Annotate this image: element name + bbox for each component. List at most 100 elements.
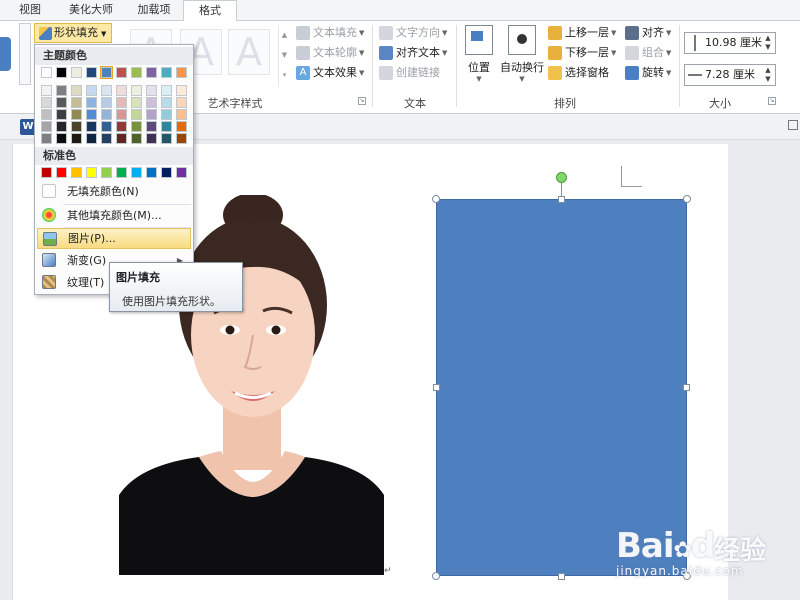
color-swatch[interactable] [56,121,67,132]
color-swatch[interactable] [161,85,172,96]
color-swatch[interactable] [71,133,82,144]
color-swatch[interactable] [146,85,157,96]
color-swatch[interactable] [131,133,142,144]
color-swatch[interactable] [176,121,187,132]
color-swatch[interactable] [131,167,142,178]
color-swatch[interactable] [161,133,172,144]
color-swatch[interactable] [41,67,52,78]
color-swatch[interactable] [176,97,187,108]
color-swatch[interactable] [71,121,82,132]
bring-forward-button[interactable]: 上移一层 ▼ [548,24,616,42]
selection-pane-button[interactable]: 选择窗格 [548,64,609,82]
shape-style-preview[interactable] [0,37,11,71]
tab-view[interactable]: 视图 [8,0,52,21]
color-swatch[interactable] [116,109,127,120]
color-swatch[interactable] [101,85,112,96]
color-swatch[interactable] [101,109,112,120]
color-swatch[interactable] [56,133,67,144]
tab-beautify-master[interactable]: 美化大师 [60,0,122,21]
color-swatch[interactable] [131,67,142,78]
color-swatch[interactable] [146,121,157,132]
text-direction-button[interactable]: 文字方向 ▼ [379,24,447,42]
resize-handle-bottom-left[interactable] [432,572,440,580]
resize-handle-top[interactable] [558,196,565,203]
color-swatch[interactable] [71,109,82,120]
color-swatch[interactable] [116,67,127,78]
send-backward-button[interactable]: 下移一层 ▼ [548,44,616,62]
color-swatch[interactable] [131,85,142,96]
color-swatch[interactable] [161,121,172,132]
create-link-button[interactable]: 创建链接 [379,64,440,82]
color-swatch[interactable] [146,67,157,78]
shape-width-input[interactable]: 7.28 厘米 ▲ ▼ [684,64,776,86]
color-swatch[interactable] [101,121,112,132]
color-swatch[interactable] [101,133,112,144]
resize-handle-left[interactable] [433,384,440,391]
align-button[interactable]: 对齐 ▼ [625,24,671,42]
position-button[interactable]: 位置 ▼ [462,25,496,83]
color-swatch[interactable] [131,109,142,120]
color-swatch[interactable] [176,167,187,178]
color-swatch[interactable] [86,167,97,178]
color-swatch[interactable] [101,167,112,178]
color-swatch[interactable] [146,167,157,178]
color-swatch[interactable] [161,109,172,120]
color-swatch[interactable] [56,109,67,120]
shape-fill-button[interactable]: 形状填充 ▼ [34,23,112,43]
color-swatch[interactable] [56,167,67,178]
color-swatch[interactable] [41,133,52,144]
color-swatch[interactable] [71,97,82,108]
color-swatch[interactable] [146,109,157,120]
color-swatch[interactable] [71,85,82,96]
restore-window-icon[interactable] [788,120,798,130]
menu-item-picture[interactable]: 图片(P)... [37,228,191,249]
width-spinner[interactable]: ▲ ▼ [763,66,773,84]
color-swatch[interactable] [86,67,97,78]
align-text-button[interactable]: 对齐文本 ▼ [379,44,447,62]
color-swatch[interactable] [86,133,97,144]
tab-addins[interactable]: 加载项 [128,0,180,21]
shape-style-scroll[interactable] [19,23,31,85]
menu-item-more-colors[interactable]: 其他填充颜色(M)... [37,205,191,226]
color-swatch[interactable] [116,121,127,132]
color-swatch[interactable] [116,133,127,144]
color-swatch[interactable] [176,109,187,120]
rotation-handle[interactable] [556,172,567,183]
color-swatch[interactable] [116,97,127,108]
text-outline-button[interactable]: 文本轮廓 ▼ [296,44,364,62]
color-swatch[interactable] [86,85,97,96]
resize-handle-bottom[interactable] [558,573,565,580]
color-swatch[interactable] [146,133,157,144]
shape-height-input[interactable]: 10.98 厘米 ▲ ▼ [684,32,776,54]
color-swatch[interactable] [101,97,112,108]
resize-handle-top-right[interactable] [683,195,691,203]
size-launcher-icon[interactable]: ↘ [768,97,776,105]
wrap-text-button[interactable]: 自动换行 ▼ [498,25,546,83]
color-swatch[interactable] [161,67,172,78]
rotate-button[interactable]: 旋转 ▼ [625,64,671,82]
color-swatch[interactable] [41,85,52,96]
color-swatch[interactable] [41,109,52,120]
wordart-style-3[interactable]: A [228,29,270,75]
color-swatch[interactable] [86,121,97,132]
color-swatch[interactable] [56,67,67,78]
text-fill-button[interactable]: 文本填充 ▼ [296,24,364,42]
color-swatch[interactable] [71,67,82,78]
menu-item-no-fill[interactable]: 无填充颜色(N) [37,181,191,202]
color-swatch[interactable] [41,167,52,178]
color-swatch[interactable] [86,97,97,108]
color-swatch[interactable] [176,67,187,78]
wordart-launcher-icon[interactable]: ↘ [358,97,366,105]
text-effects-button[interactable]: A 文本效果 ▼ [296,64,364,82]
color-swatch[interactable] [146,97,157,108]
tab-format[interactable]: 格式 [183,0,237,22]
resize-handle-right[interactable] [683,384,690,391]
color-swatch[interactable] [71,167,82,178]
color-swatch[interactable] [56,85,67,96]
color-swatch[interactable] [131,121,142,132]
color-swatch[interactable] [176,133,187,144]
color-swatch[interactable] [100,66,113,79]
color-swatch[interactable] [56,97,67,108]
color-swatch[interactable] [86,109,97,120]
color-swatch[interactable] [161,97,172,108]
